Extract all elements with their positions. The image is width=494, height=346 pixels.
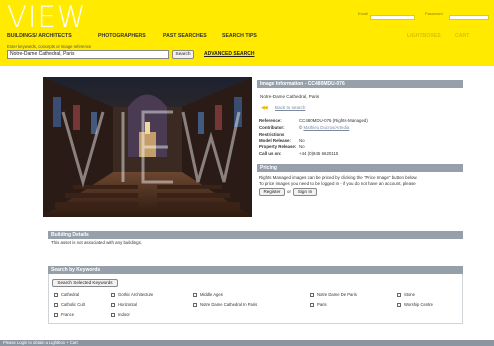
keyword-checkbox[interactable]: Catholic Cult <box>54 302 85 307</box>
keyword-checkbox[interactable]: Stone <box>397 292 415 297</box>
building-details-header: Building Details <box>48 231 463 239</box>
back-to-search-link[interactable]: Back to search <box>275 105 305 110</box>
search-selected-keywords-button[interactable]: Search Selected Keywords <box>52 279 118 287</box>
keyword-checkbox[interactable]: Notre Dame Cathedral In Paris <box>193 302 257 307</box>
checkbox-icon[interactable] <box>397 302 401 307</box>
meta-label-property-release: Property Release: <box>259 144 297 149</box>
meta-value-property-release: No <box>299 144 305 149</box>
meta-label-call-us: Call us on: <box>259 151 282 156</box>
nav-past-searches[interactable]: PAST SEARCHES <box>163 33 207 39</box>
checkbox-icon[interactable] <box>193 302 197 307</box>
meta-label-model-release: Model Release: <box>259 138 291 143</box>
pricing-text-line1: Rights Managed images can be priced by c… <box>259 175 418 180</box>
keyword-checkbox[interactable]: Notre Dame De Paris <box>310 292 357 297</box>
checkbox-icon[interactable] <box>111 292 115 297</box>
register-button[interactable]: Register <box>259 188 285 196</box>
meta-label-reference: Reference: <box>259 118 282 123</box>
checkbox-icon[interactable] <box>111 312 115 317</box>
password-label: Password <box>425 11 443 16</box>
keyword-checkbox[interactable]: Paris <box>310 302 327 307</box>
sign-in-button[interactable]: Sign In <box>293 188 317 196</box>
keywords-header: Search by Keywords <box>48 266 463 274</box>
site-logo[interactable]: VIEW <box>7 2 86 32</box>
meta-value-model-release: No <box>299 138 305 143</box>
meta-value-phone: +44 (0)845 6620115 <box>299 151 339 156</box>
keyword-checkbox[interactable]: Gothic Architecture <box>111 292 153 297</box>
checkbox-icon[interactable] <box>310 302 314 307</box>
meta-value-contributor: © Mathieu Ducros/Artedia <box>299 125 350 130</box>
nav-lightboxes[interactable]: LIGHTBOXES <box>407 33 441 39</box>
image-title: Notre-Dame Cathedral, Paris <box>260 94 320 99</box>
keyword-checkbox[interactable]: Horizontal <box>111 302 137 307</box>
checkbox-icon[interactable] <box>310 292 314 297</box>
search-input[interactable]: Notre-Dame Cathedral, Paris <box>7 50 169 59</box>
nav-cart[interactable]: CART <box>455 33 469 39</box>
or-text: or <box>287 189 291 194</box>
nav-buildings-architects[interactable]: BUILDINGS/ ARCHITECTS <box>7 33 72 39</box>
advanced-search-link[interactable]: ADVANCED SEARCH <box>204 51 254 57</box>
pricing-text-line2: To price images you need to be logged in… <box>259 181 416 186</box>
keyword-checkbox[interactable]: Middle Ages <box>193 292 223 297</box>
checkbox-icon[interactable] <box>111 302 115 307</box>
building-details-text: This asset is not associated with any bu… <box>51 240 143 245</box>
password-field[interactable] <box>449 15 489 20</box>
cathedral-photo <box>43 77 252 217</box>
nav-photographers[interactable]: PHOTOGRAPHERS <box>98 33 146 39</box>
keyword-checkbox[interactable]: Indoor <box>111 312 130 317</box>
meta-label-contributor: Contributor: <box>259 125 285 130</box>
meta-label-restrictions: Restrictions <box>259 132 285 137</box>
checkbox-icon[interactable] <box>54 302 58 307</box>
email-field[interactable] <box>370 15 415 20</box>
view-watermark <box>61 110 241 188</box>
checkbox-icon[interactable] <box>54 292 58 297</box>
search-button[interactable]: Search <box>172 50 194 59</box>
pricing-header: Pricing <box>257 164 463 172</box>
nav-search-tips[interactable]: SEARCH TIPS <box>222 33 257 39</box>
keyword-checkbox[interactable]: Worship Centre <box>397 302 433 307</box>
meta-value-reference: CC480MDU-076 (Rights-Managed) <box>299 118 368 123</box>
keyword-checkbox[interactable]: Cathedral <box>54 292 79 297</box>
contributor-link[interactable]: Mathieu Ducros/Artedia <box>303 125 349 130</box>
search-hint: Enter keywords, concepts or image refere… <box>7 44 92 49</box>
keyword-checkbox[interactable]: France <box>54 312 74 317</box>
back-arrow-icon[interactable]: ◀◀ <box>261 105 268 111</box>
checkbox-icon[interactable] <box>54 312 58 317</box>
email-label: Email <box>358 11 369 16</box>
footer-login-message[interactable]: Please Login to obtain a Lightbox + Cart <box>3 340 78 346</box>
checkbox-icon[interactable] <box>397 292 401 297</box>
checkbox-icon[interactable] <box>193 292 197 297</box>
image-information-header: Image Information - CC480MDU-076 <box>257 80 463 88</box>
